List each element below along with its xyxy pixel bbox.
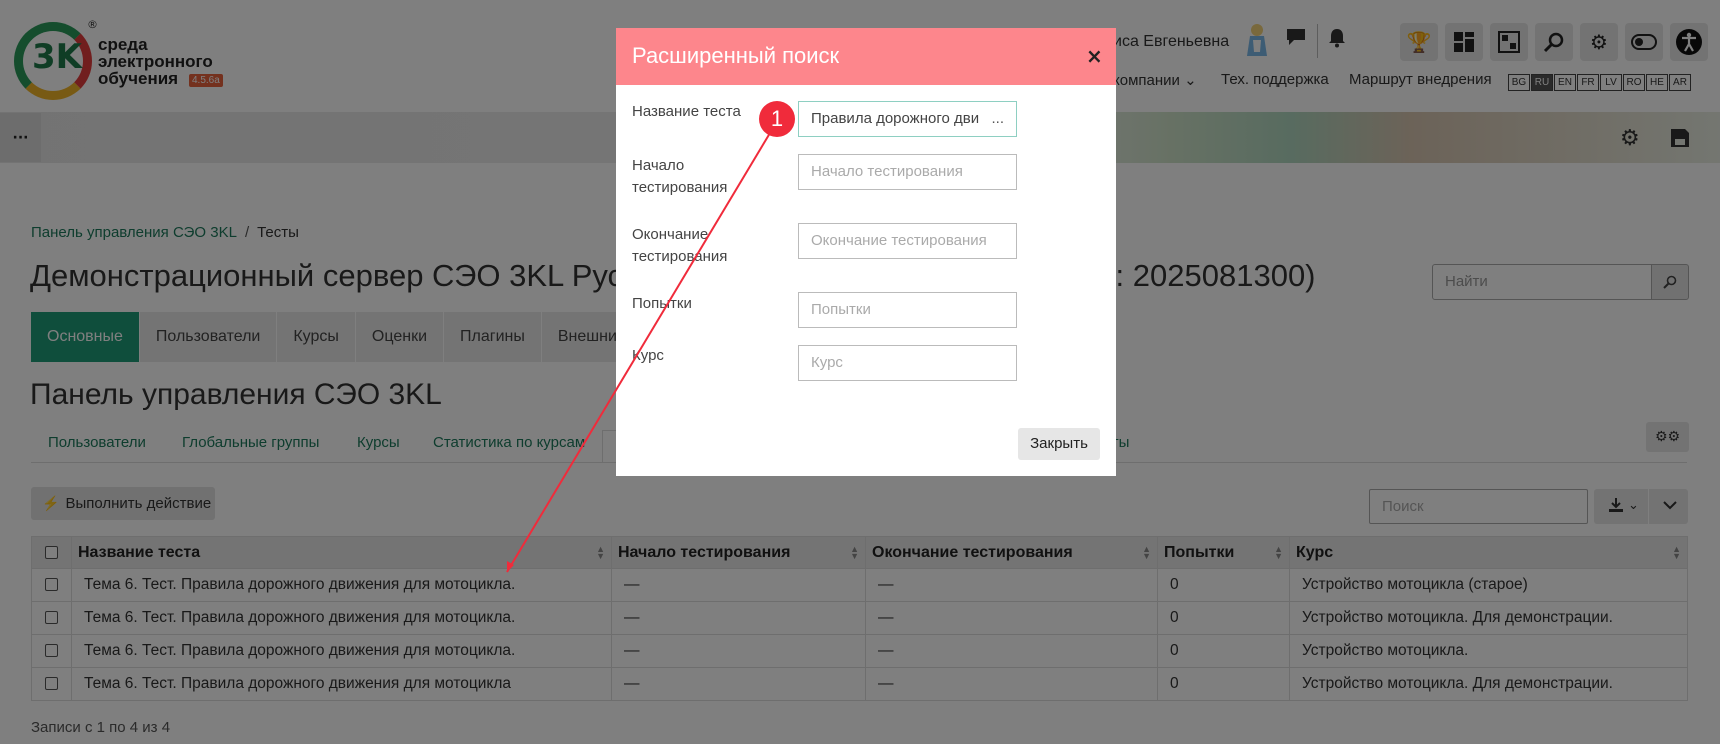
dialog-title: Расширенный поиск [632,43,840,68]
end-field[interactable]: Окончание тестирования [798,223,1017,259]
annotation-marker: 1 [759,101,795,137]
label-test-name: Название теста [632,103,741,120]
label-end: Окончание тестирования [632,226,728,265]
label-course: Курс [632,347,664,364]
close-icon[interactable]: × [1086,44,1103,68]
label-start: Начало тестирования [632,157,728,196]
advanced-search-dialog: Расширенный поиск × Название теста Прави… [616,28,1116,476]
start-field[interactable]: Начало тестирования [798,154,1017,190]
close-button[interactable]: Закрыть [1018,428,1100,460]
label-attempts: Попытки [632,295,692,312]
test-name-field[interactable]: Правила дорожного дви... [798,101,1017,137]
dialog-header: Расширенный поиск × [616,28,1116,85]
attempts-field[interactable]: Попытки [798,292,1017,328]
course-field[interactable]: Курс [798,345,1017,381]
